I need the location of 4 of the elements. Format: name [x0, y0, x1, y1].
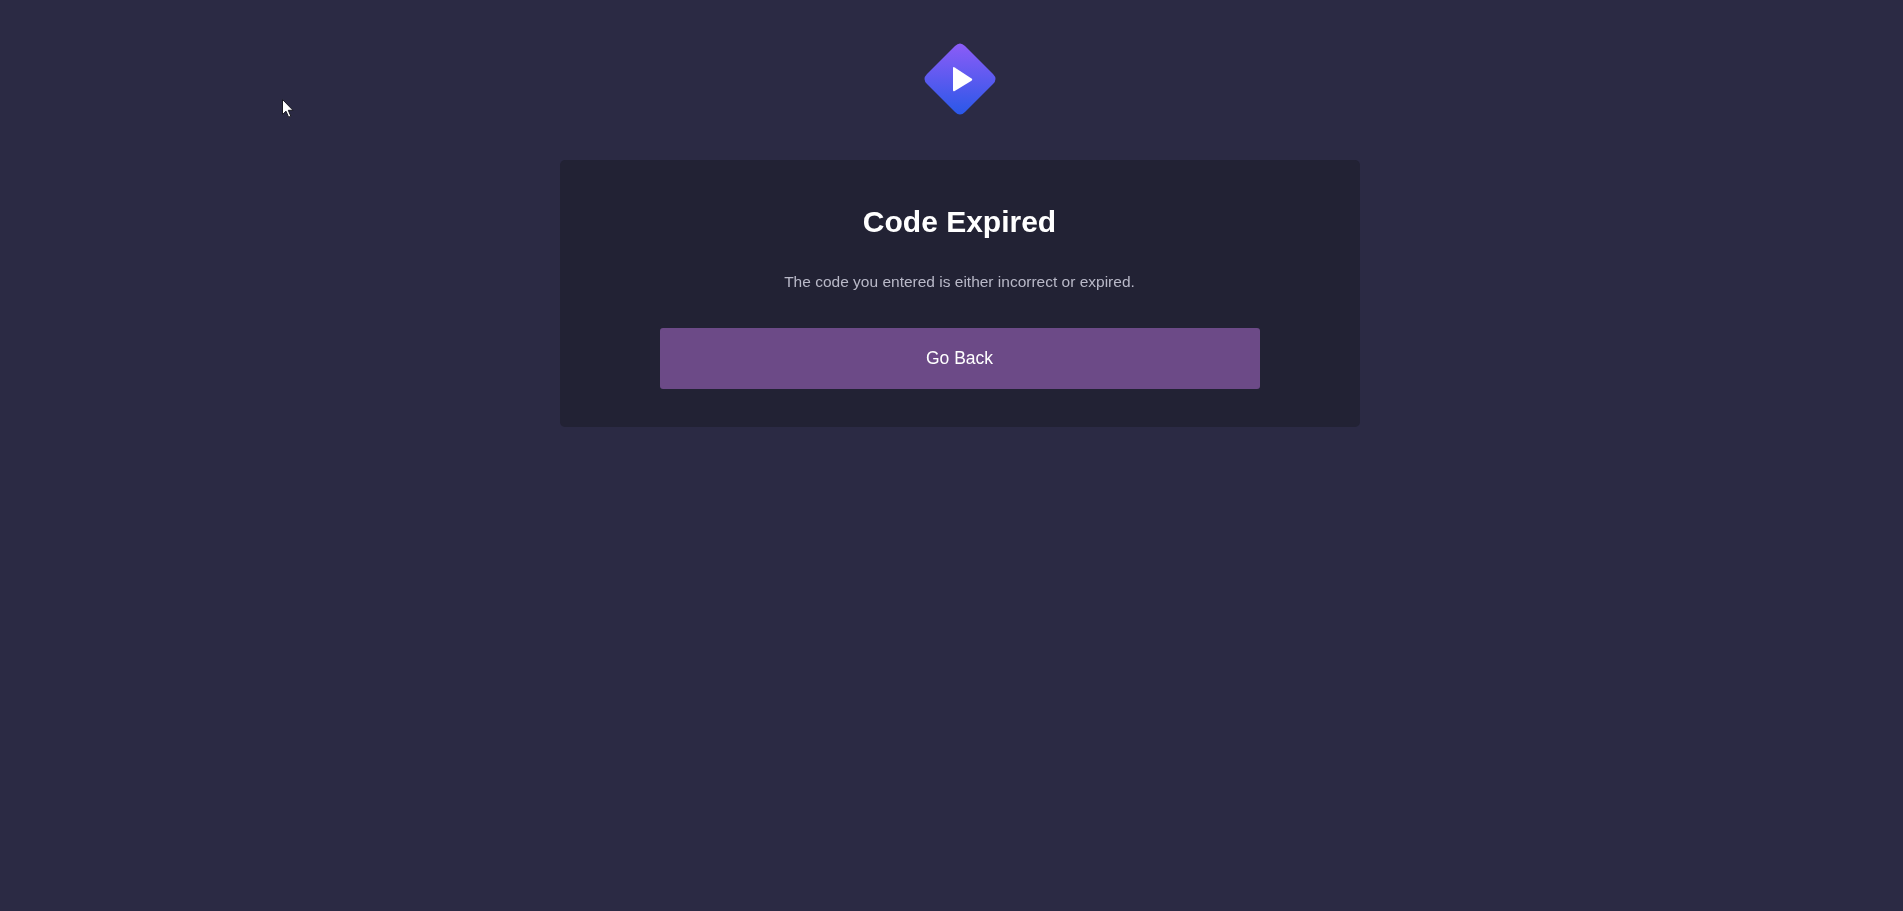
card-message: The code you entered is either incorrect or expired.: [784, 272, 1135, 292]
card-title: Code Expired: [862, 204, 1057, 240]
go-back-button[interactable]: Go Back: [659, 328, 1260, 389]
cursor-icon: [282, 99, 294, 118]
